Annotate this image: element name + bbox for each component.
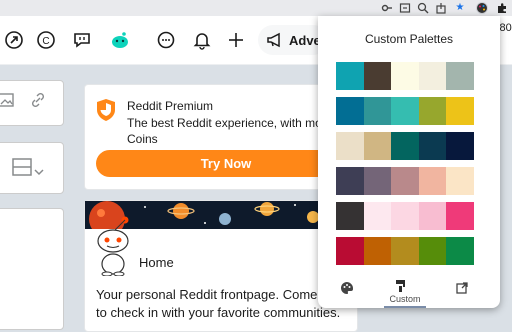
bell-icon[interactable] <box>190 28 214 52</box>
extensions-puzzle-icon[interactable] <box>496 2 508 14</box>
palette-row[interactable] <box>336 167 474 195</box>
palette-row[interactable] <box>336 237 474 265</box>
palette-row[interactable] <box>336 132 474 160</box>
bookmark-star-icon[interactable]: ★ <box>454 2 466 14</box>
popup-title: Custom Palettes <box>364 32 454 46</box>
popular-icon[interactable] <box>2 28 26 52</box>
color-swatch[interactable] <box>336 132 364 160</box>
coins-icon[interactable]: C <box>34 28 58 52</box>
key-icon[interactable] <box>381 2 393 14</box>
color-swatch[interactable] <box>391 132 419 160</box>
color-swatch[interactable] <box>336 167 364 195</box>
color-swatch[interactable] <box>418 132 447 160</box>
custom-tab-label[interactable]: Custom <box>380 294 430 304</box>
megaphone-icon <box>266 32 284 51</box>
card-layout-icon[interactable] <box>12 158 32 176</box>
custom-palettes-popup: Custom Palettes Custom <box>318 16 500 308</box>
chat-icon[interactable] <box>154 28 178 52</box>
browser-toolbar: ★ <box>0 0 512 16</box>
palette-row[interactable] <box>336 202 474 230</box>
premium-shield-icon <box>96 98 116 122</box>
post-card[interactable] <box>0 208 64 330</box>
color-swatch[interactable] <box>418 97 447 125</box>
svg-text:C: C <box>42 36 49 47</box>
palette-icon <box>341 282 354 294</box>
color-swatch[interactable] <box>446 62 474 90</box>
color-swatch[interactable] <box>363 202 392 230</box>
image-upload-icon[interactable] <box>0 92 14 108</box>
live-icon[interactable] <box>70 28 94 52</box>
advertise-label: Adve <box>289 32 321 48</box>
color-swatch[interactable] <box>391 202 419 230</box>
try-now-label: Try Now <box>200 156 252 171</box>
palette-tab[interactable] <box>339 280 355 296</box>
color-swatch[interactable] <box>391 237 419 265</box>
plus-icon[interactable] <box>224 28 248 52</box>
link-icon[interactable] <box>30 92 46 108</box>
color-swatch[interactable] <box>418 237 447 265</box>
color-swatch[interactable] <box>363 237 392 265</box>
custom-brush-icon <box>396 280 405 292</box>
premium-title: Reddit Premium <box>127 99 214 113</box>
color-swatch[interactable] <box>418 62 447 90</box>
color-swatch[interactable] <box>336 97 364 125</box>
snoo-mascot-image <box>92 214 134 277</box>
color-swatch[interactable] <box>391 62 419 90</box>
color-swatch[interactable] <box>446 237 474 265</box>
color-swatch[interactable] <box>363 167 392 195</box>
zoom-icon[interactable] <box>417 2 429 14</box>
color-swatch[interactable] <box>446 167 474 195</box>
color-swatch[interactable] <box>391 97 419 125</box>
snoo-icon[interactable] <box>108 28 132 52</box>
chevron-down-icon[interactable] <box>34 163 44 176</box>
color-swatch[interactable] <box>363 62 392 90</box>
home-title: Home <box>139 255 174 270</box>
palette-extension-icon[interactable] <box>476 2 488 14</box>
try-now-button[interactable]: Try Now <box>96 150 356 177</box>
color-swatch[interactable] <box>336 237 364 265</box>
open-in-app-icon[interactable] <box>399 2 411 14</box>
color-swatch[interactable] <box>446 97 474 125</box>
open-external-tab[interactable] <box>454 280 470 296</box>
color-swatch[interactable] <box>391 167 419 195</box>
color-swatch[interactable] <box>446 132 474 160</box>
color-swatch[interactable] <box>363 132 392 160</box>
palette-row[interactable] <box>336 62 474 90</box>
custom-tab-underline <box>384 306 426 308</box>
palette-row[interactable] <box>336 97 474 125</box>
color-swatch[interactable] <box>418 202 447 230</box>
color-swatch[interactable] <box>363 97 392 125</box>
color-swatch[interactable] <box>336 62 364 90</box>
custom-tab[interactable] <box>393 278 409 294</box>
color-swatch[interactable] <box>446 202 474 230</box>
color-swatch[interactable] <box>336 202 364 230</box>
color-swatch[interactable] <box>418 167 447 195</box>
open-external-icon <box>456 282 468 294</box>
popup-footer-tabs: Custom <box>318 274 500 308</box>
layout-toggle-card <box>0 142 64 194</box>
share-icon[interactable] <box>435 2 447 14</box>
